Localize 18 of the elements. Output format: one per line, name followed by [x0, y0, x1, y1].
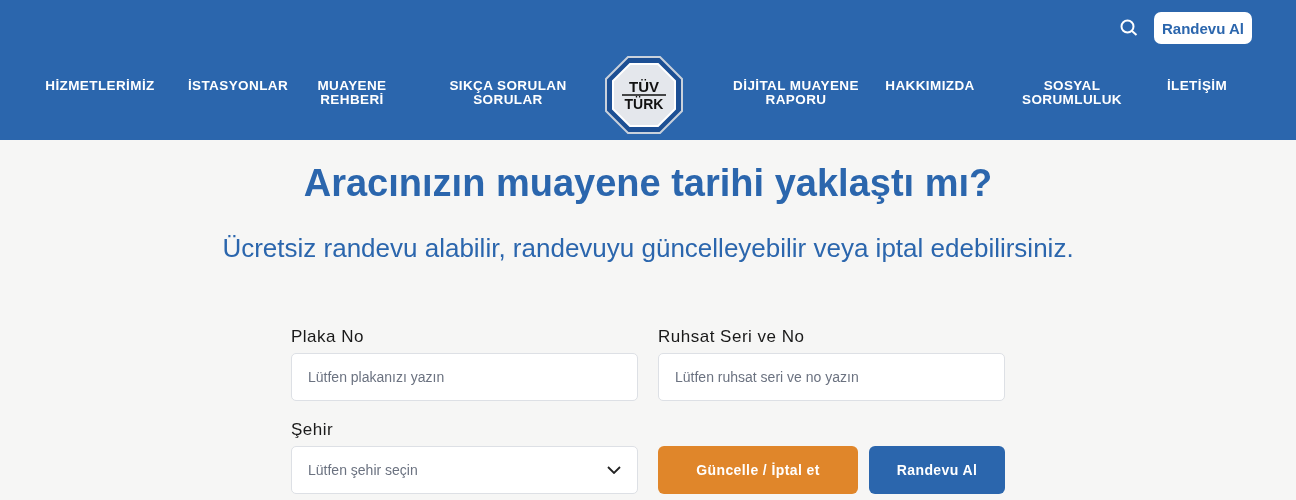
logo[interactable]: TÜV TÜRK — [604, 55, 684, 135]
page-subtitle: Ücretsiz randevu alabilir, randevuyu güncelleyebilir veya iptal edebilirsiniz. — [222, 233, 1074, 264]
contact-link[interactable]: İLETİŞİM — [1144, 79, 1250, 93]
input-field[interactable]: Lütfen plakanızı yazın — [291, 353, 638, 401]
page-title: Aracınızın muayene tarihi yaklaştı mı? — [303, 162, 993, 205]
field-label: Şehir — [291, 419, 335, 441]
field-label: Plaka No — [291, 326, 365, 348]
chevron-down-icon — [607, 466, 621, 474]
guide-link[interactable]: MUAYENE REHBERİ — [306, 79, 398, 107]
services-link[interactable]: HİZMETLERİMİZ — [30, 79, 170, 93]
faq-link[interactable]: SIKÇA SORULAN SORULAR — [420, 79, 596, 107]
input-field[interactable]: Lütfen ruhsat seri ve no yazın — [658, 353, 1005, 401]
field-label: Ruhsat Seri ve No — [658, 326, 806, 348]
appointment-button[interactable]: Randevu Al — [869, 446, 1005, 494]
social-link[interactable]: SOSYAL SORUMLULUK — [1000, 79, 1144, 107]
stations-link[interactable]: İSTASYONLAR — [170, 79, 306, 93]
appointment-button[interactable]: Randevu Al — [1154, 12, 1252, 44]
city-select[interactable]: Lütfen şehir seçin — [291, 446, 638, 494]
